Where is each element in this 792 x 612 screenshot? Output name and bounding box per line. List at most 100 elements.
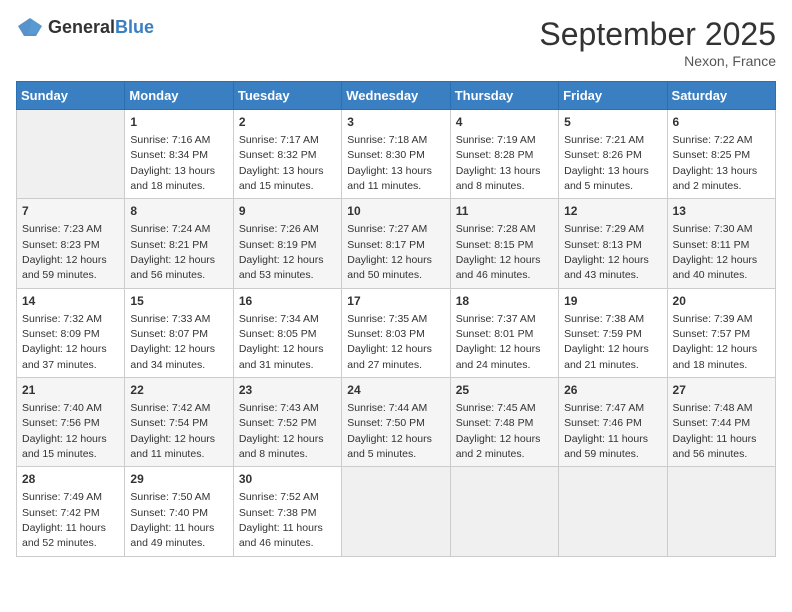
day-number: 5: [564, 114, 661, 131]
day-number: 20: [673, 293, 770, 310]
calendar-cell: 17 Sunrise: 7:35 AM Sunset: 8:03 PM Dayli…: [342, 288, 450, 377]
day-info: Sunrise: 7:40 AM Sunset: 7:56 PM Dayligh…: [22, 402, 107, 460]
day-info: Sunrise: 7:43 AM Sunset: 7:52 PM Dayligh…: [239, 402, 324, 460]
calendar-cell: 24 Sunrise: 7:44 AM Sunset: 7:50 PM Dayli…: [342, 378, 450, 467]
logo-text: GeneralBlue: [48, 17, 154, 38]
day-number: 2: [239, 114, 336, 131]
day-info: Sunrise: 7:35 AM Sunset: 8:03 PM Dayligh…: [347, 313, 432, 371]
header-day-friday: Friday: [559, 82, 667, 110]
day-number: 7: [22, 203, 119, 220]
day-info: Sunrise: 7:44 AM Sunset: 7:50 PM Dayligh…: [347, 402, 432, 460]
day-info: Sunrise: 7:48 AM Sunset: 7:44 PM Dayligh…: [673, 402, 757, 460]
calendar-cell: [17, 110, 125, 199]
day-info: Sunrise: 7:47 AM Sunset: 7:46 PM Dayligh…: [564, 402, 648, 460]
calendar-cell: 1 Sunrise: 7:16 AM Sunset: 8:34 PM Daylig…: [125, 110, 233, 199]
logo-general: General: [48, 17, 115, 37]
header: GeneralBlue September 2025 Nexon, France: [16, 16, 776, 69]
calendar-cell: 30 Sunrise: 7:52 AM Sunset: 7:38 PM Dayli…: [233, 467, 341, 556]
calendar-cell: [559, 467, 667, 556]
location-title: Nexon, France: [539, 53, 776, 69]
header-day-saturday: Saturday: [667, 82, 775, 110]
day-number: 14: [22, 293, 119, 310]
calendar-cell: 5Sunrise: 7:21 AM Sunset: 8:26 PM Daylig…: [559, 110, 667, 199]
day-number: 25: [456, 382, 553, 399]
day-number: 15: [130, 293, 227, 310]
day-info: Sunrise: 7:39 AM Sunset: 7:57 PM Dayligh…: [673, 313, 758, 371]
day-number: 1: [130, 114, 227, 131]
week-row-1: 1 Sunrise: 7:16 AM Sunset: 8:34 PM Daylig…: [17, 110, 776, 199]
logo-blue: Blue: [115, 17, 154, 37]
day-info: Sunrise: 7:37 AM Sunset: 8:01 PM Dayligh…: [456, 313, 541, 371]
day-number: 16: [239, 293, 336, 310]
calendar-cell: [450, 467, 558, 556]
calendar-cell: 19 Sunrise: 7:38 AM Sunset: 7:59 PM Dayli…: [559, 288, 667, 377]
day-number: 9: [239, 203, 336, 220]
calendar-cell: 12 Sunrise: 7:29 AM Sunset: 8:13 PM Dayli…: [559, 199, 667, 288]
day-info: Sunrise: 7:45 AM Sunset: 7:48 PM Dayligh…: [456, 402, 541, 460]
calendar-cell: 8 Sunrise: 7:24 AM Sunset: 8:21 PM Daylig…: [125, 199, 233, 288]
day-number: 21: [22, 382, 119, 399]
day-number: 28: [22, 471, 119, 488]
week-row-4: 21 Sunrise: 7:40 AM Sunset: 7:56 PM Dayli…: [17, 378, 776, 467]
day-number: 29: [130, 471, 227, 488]
calendar-cell: 20 Sunrise: 7:39 AM Sunset: 7:57 PM Dayli…: [667, 288, 775, 377]
header-day-thursday: Thursday: [450, 82, 558, 110]
calendar-cell: [342, 467, 450, 556]
calendar-cell: 9 Sunrise: 7:26 AM Sunset: 8:19 PM Daylig…: [233, 199, 341, 288]
calendar-header-row: SundayMondayTuesdayWednesdayThursdayFrid…: [17, 82, 776, 110]
calendar-cell: 14 Sunrise: 7:32 AM Sunset: 8:09 PM Dayli…: [17, 288, 125, 377]
calendar-cell: [667, 467, 775, 556]
week-row-5: 28Sunrise: 7:49 AM Sunset: 7:42 PM Dayli…: [17, 467, 776, 556]
day-info: Sunrise: 7:33 AM Sunset: 8:07 PM Dayligh…: [130, 313, 215, 371]
logo: GeneralBlue: [16, 16, 154, 38]
calendar-cell: 10Sunrise: 7:27 AM Sunset: 8:17 PM Dayli…: [342, 199, 450, 288]
calendar-cell: 7Sunrise: 7:23 AM Sunset: 8:23 PM Daylig…: [17, 199, 125, 288]
day-number: 3: [347, 114, 444, 131]
day-info: Sunrise: 7:24 AM Sunset: 8:21 PM Dayligh…: [130, 223, 215, 281]
day-info: Sunrise: 7:30 AM Sunset: 8:11 PM Dayligh…: [673, 223, 758, 281]
day-number: 23: [239, 382, 336, 399]
day-number: 19: [564, 293, 661, 310]
day-info: Sunrise: 7:42 AM Sunset: 7:54 PM Dayligh…: [130, 402, 215, 460]
day-number: 6: [673, 114, 770, 131]
day-number: 26: [564, 382, 661, 399]
calendar-cell: 4Sunrise: 7:19 AM Sunset: 8:28 PM Daylig…: [450, 110, 558, 199]
calendar-cell: 22 Sunrise: 7:42 AM Sunset: 7:54 PM Dayli…: [125, 378, 233, 467]
day-info: Sunrise: 7:17 AM Sunset: 8:32 PM Dayligh…: [239, 134, 324, 192]
calendar-cell: 2 Sunrise: 7:17 AM Sunset: 8:32 PM Daylig…: [233, 110, 341, 199]
calendar-cell: 13 Sunrise: 7:30 AM Sunset: 8:11 PM Dayli…: [667, 199, 775, 288]
day-number: 12: [564, 203, 661, 220]
day-info: Sunrise: 7:26 AM Sunset: 8:19 PM Dayligh…: [239, 223, 324, 281]
day-info: Sunrise: 7:19 AM Sunset: 8:28 PM Dayligh…: [456, 134, 541, 192]
day-number: 17: [347, 293, 444, 310]
day-number: 13: [673, 203, 770, 220]
day-number: 10: [347, 203, 444, 220]
title-area: September 2025 Nexon, France: [539, 16, 776, 69]
calendar-cell: 3 Sunrise: 7:18 AM Sunset: 8:30 PM Daylig…: [342, 110, 450, 199]
day-number: 18: [456, 293, 553, 310]
day-number: 24: [347, 382, 444, 399]
calendar-cell: 15 Sunrise: 7:33 AM Sunset: 8:07 PM Dayli…: [125, 288, 233, 377]
logo-icon: [16, 16, 44, 38]
day-number: 30: [239, 471, 336, 488]
day-info: Sunrise: 7:50 AM Sunset: 7:40 PM Dayligh…: [130, 491, 214, 549]
day-info: Sunrise: 7:52 AM Sunset: 7:38 PM Dayligh…: [239, 491, 323, 549]
day-info: Sunrise: 7:29 AM Sunset: 8:13 PM Dayligh…: [564, 223, 649, 281]
calendar-cell: 25 Sunrise: 7:45 AM Sunset: 7:48 PM Dayli…: [450, 378, 558, 467]
month-title: September 2025: [539, 16, 776, 53]
day-info: Sunrise: 7:38 AM Sunset: 7:59 PM Dayligh…: [564, 313, 649, 371]
day-number: 8: [130, 203, 227, 220]
day-info: Sunrise: 7:18 AM Sunset: 8:30 PM Dayligh…: [347, 134, 432, 192]
header-day-monday: Monday: [125, 82, 233, 110]
week-row-2: 7Sunrise: 7:23 AM Sunset: 8:23 PM Daylig…: [17, 199, 776, 288]
calendar-cell: 11Sunrise: 7:28 AM Sunset: 8:15 PM Dayli…: [450, 199, 558, 288]
calendar-cell: 21 Sunrise: 7:40 AM Sunset: 7:56 PM Dayli…: [17, 378, 125, 467]
day-info: Sunrise: 7:32 AM Sunset: 8:09 PM Dayligh…: [22, 313, 107, 371]
week-row-3: 14 Sunrise: 7:32 AM Sunset: 8:09 PM Dayli…: [17, 288, 776, 377]
day-number: 22: [130, 382, 227, 399]
day-info: Sunrise: 7:16 AM Sunset: 8:34 PM Dayligh…: [130, 134, 215, 192]
calendar-cell: 27Sunrise: 7:48 AM Sunset: 7:44 PM Dayli…: [667, 378, 775, 467]
calendar-cell: 29 Sunrise: 7:50 AM Sunset: 7:40 PM Dayli…: [125, 467, 233, 556]
calendar-table: SundayMondayTuesdayWednesdayThursdayFrid…: [16, 81, 776, 557]
calendar-cell: 16Sunrise: 7:34 AM Sunset: 8:05 PM Dayli…: [233, 288, 341, 377]
